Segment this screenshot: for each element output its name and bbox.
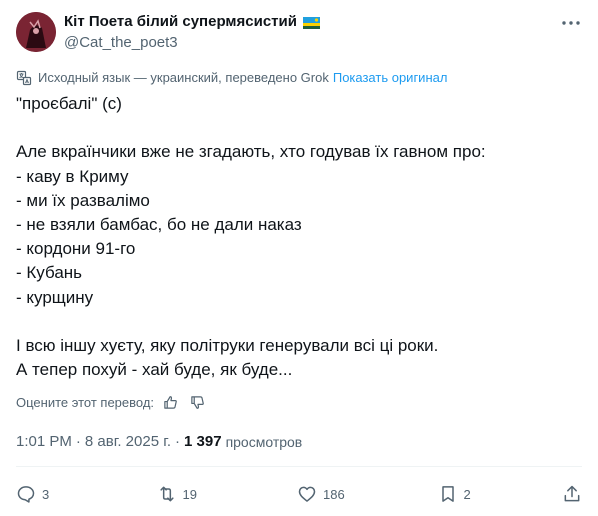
tweet-line: - каву в Криму <box>16 166 129 186</box>
views-label: просмотров <box>225 434 303 450</box>
meta-separator: · <box>175 433 181 450</box>
more-options-button[interactable] <box>560 14 582 32</box>
heart-icon <box>298 486 316 502</box>
rate-translation: Оцените этот перевод: <box>16 394 206 411</box>
tweet-date[interactable]: 8 авг. 2025 г. <box>85 432 171 452</box>
tweet-line: А тепер похуй - хай буде, як буде... <box>16 360 293 380</box>
translate-icon <box>16 70 32 86</box>
tweet-line <box>16 116 576 140</box>
like-button[interactable]: 186 <box>297 484 357 504</box>
translation-note-text: Исходный язык — украинский, переведено G… <box>38 70 329 85</box>
repost-icon <box>159 486 174 502</box>
share-icon <box>564 485 580 502</box>
share-button[interactable] <box>558 484 582 504</box>
meta-separator: · <box>75 433 81 450</box>
tweet-time[interactable]: 1:01 PM <box>16 432 72 452</box>
tweet-line: І всю іншу хуєту, яку політруки генерува… <box>16 336 439 355</box>
bookmark-icon <box>441 486 454 502</box>
tweet-line: - курщину <box>16 287 94 307</box>
repost-count: 19 <box>182 486 197 502</box>
tweet-text: "проєбалі" (с) Але вкраїнчики вже не зга… <box>16 92 576 382</box>
divider <box>16 466 582 467</box>
tweet-meta: 1:01 PM · 8 авг. 2025 г. · 1 397 просмот… <box>16 432 302 452</box>
reply-icon <box>17 486 35 503</box>
bookmark-button[interactable]: 2 <box>438 484 478 504</box>
display-name[interactable]: Кіт Поета білий супермясистий <box>64 12 297 32</box>
tweet-line: - кордони 91-го <box>16 239 136 259</box>
user-handle[interactable]: @Cat_the_poet3 <box>64 33 320 53</box>
show-original-link[interactable]: Показать оригинал <box>333 70 448 86</box>
tweet-header: Кіт Поета білий супермясистий @Cat_the_p… <box>16 12 582 56</box>
views-count: 1 397 <box>184 433 222 450</box>
bookmark-count: 2 <box>463 486 471 502</box>
translation-note: Исходный язык — украинский, переведено G… <box>16 70 447 86</box>
rate-translation-label: Оцените этот перевод: <box>16 394 155 410</box>
thumbs-up-icon[interactable] <box>162 394 179 411</box>
tweet-line: "проєбалі" (с) <box>16 94 122 113</box>
reply-button[interactable]: 3 <box>16 484 76 504</box>
like-count: 186 <box>323 486 345 502</box>
repost-button[interactable]: 19 <box>157 484 217 504</box>
tweet-line: - ми їх развалімо <box>16 190 150 210</box>
tweet-line: - Кубань <box>16 263 83 283</box>
action-bar: 3 19 186 2 <box>16 480 582 508</box>
tweet-line <box>16 310 576 334</box>
thumbs-down-icon[interactable] <box>189 394 206 411</box>
tweet-line: - не взяли бамбас, бо не дали наказ <box>16 215 302 234</box>
reply-count: 3 <box>42 486 50 502</box>
rwanda-flag-icon <box>302 16 320 29</box>
tweet-line: Але вкраїнчики вже не згадають, хто году… <box>16 142 486 162</box>
more-icon <box>562 21 580 25</box>
avatar[interactable] <box>16 12 56 52</box>
